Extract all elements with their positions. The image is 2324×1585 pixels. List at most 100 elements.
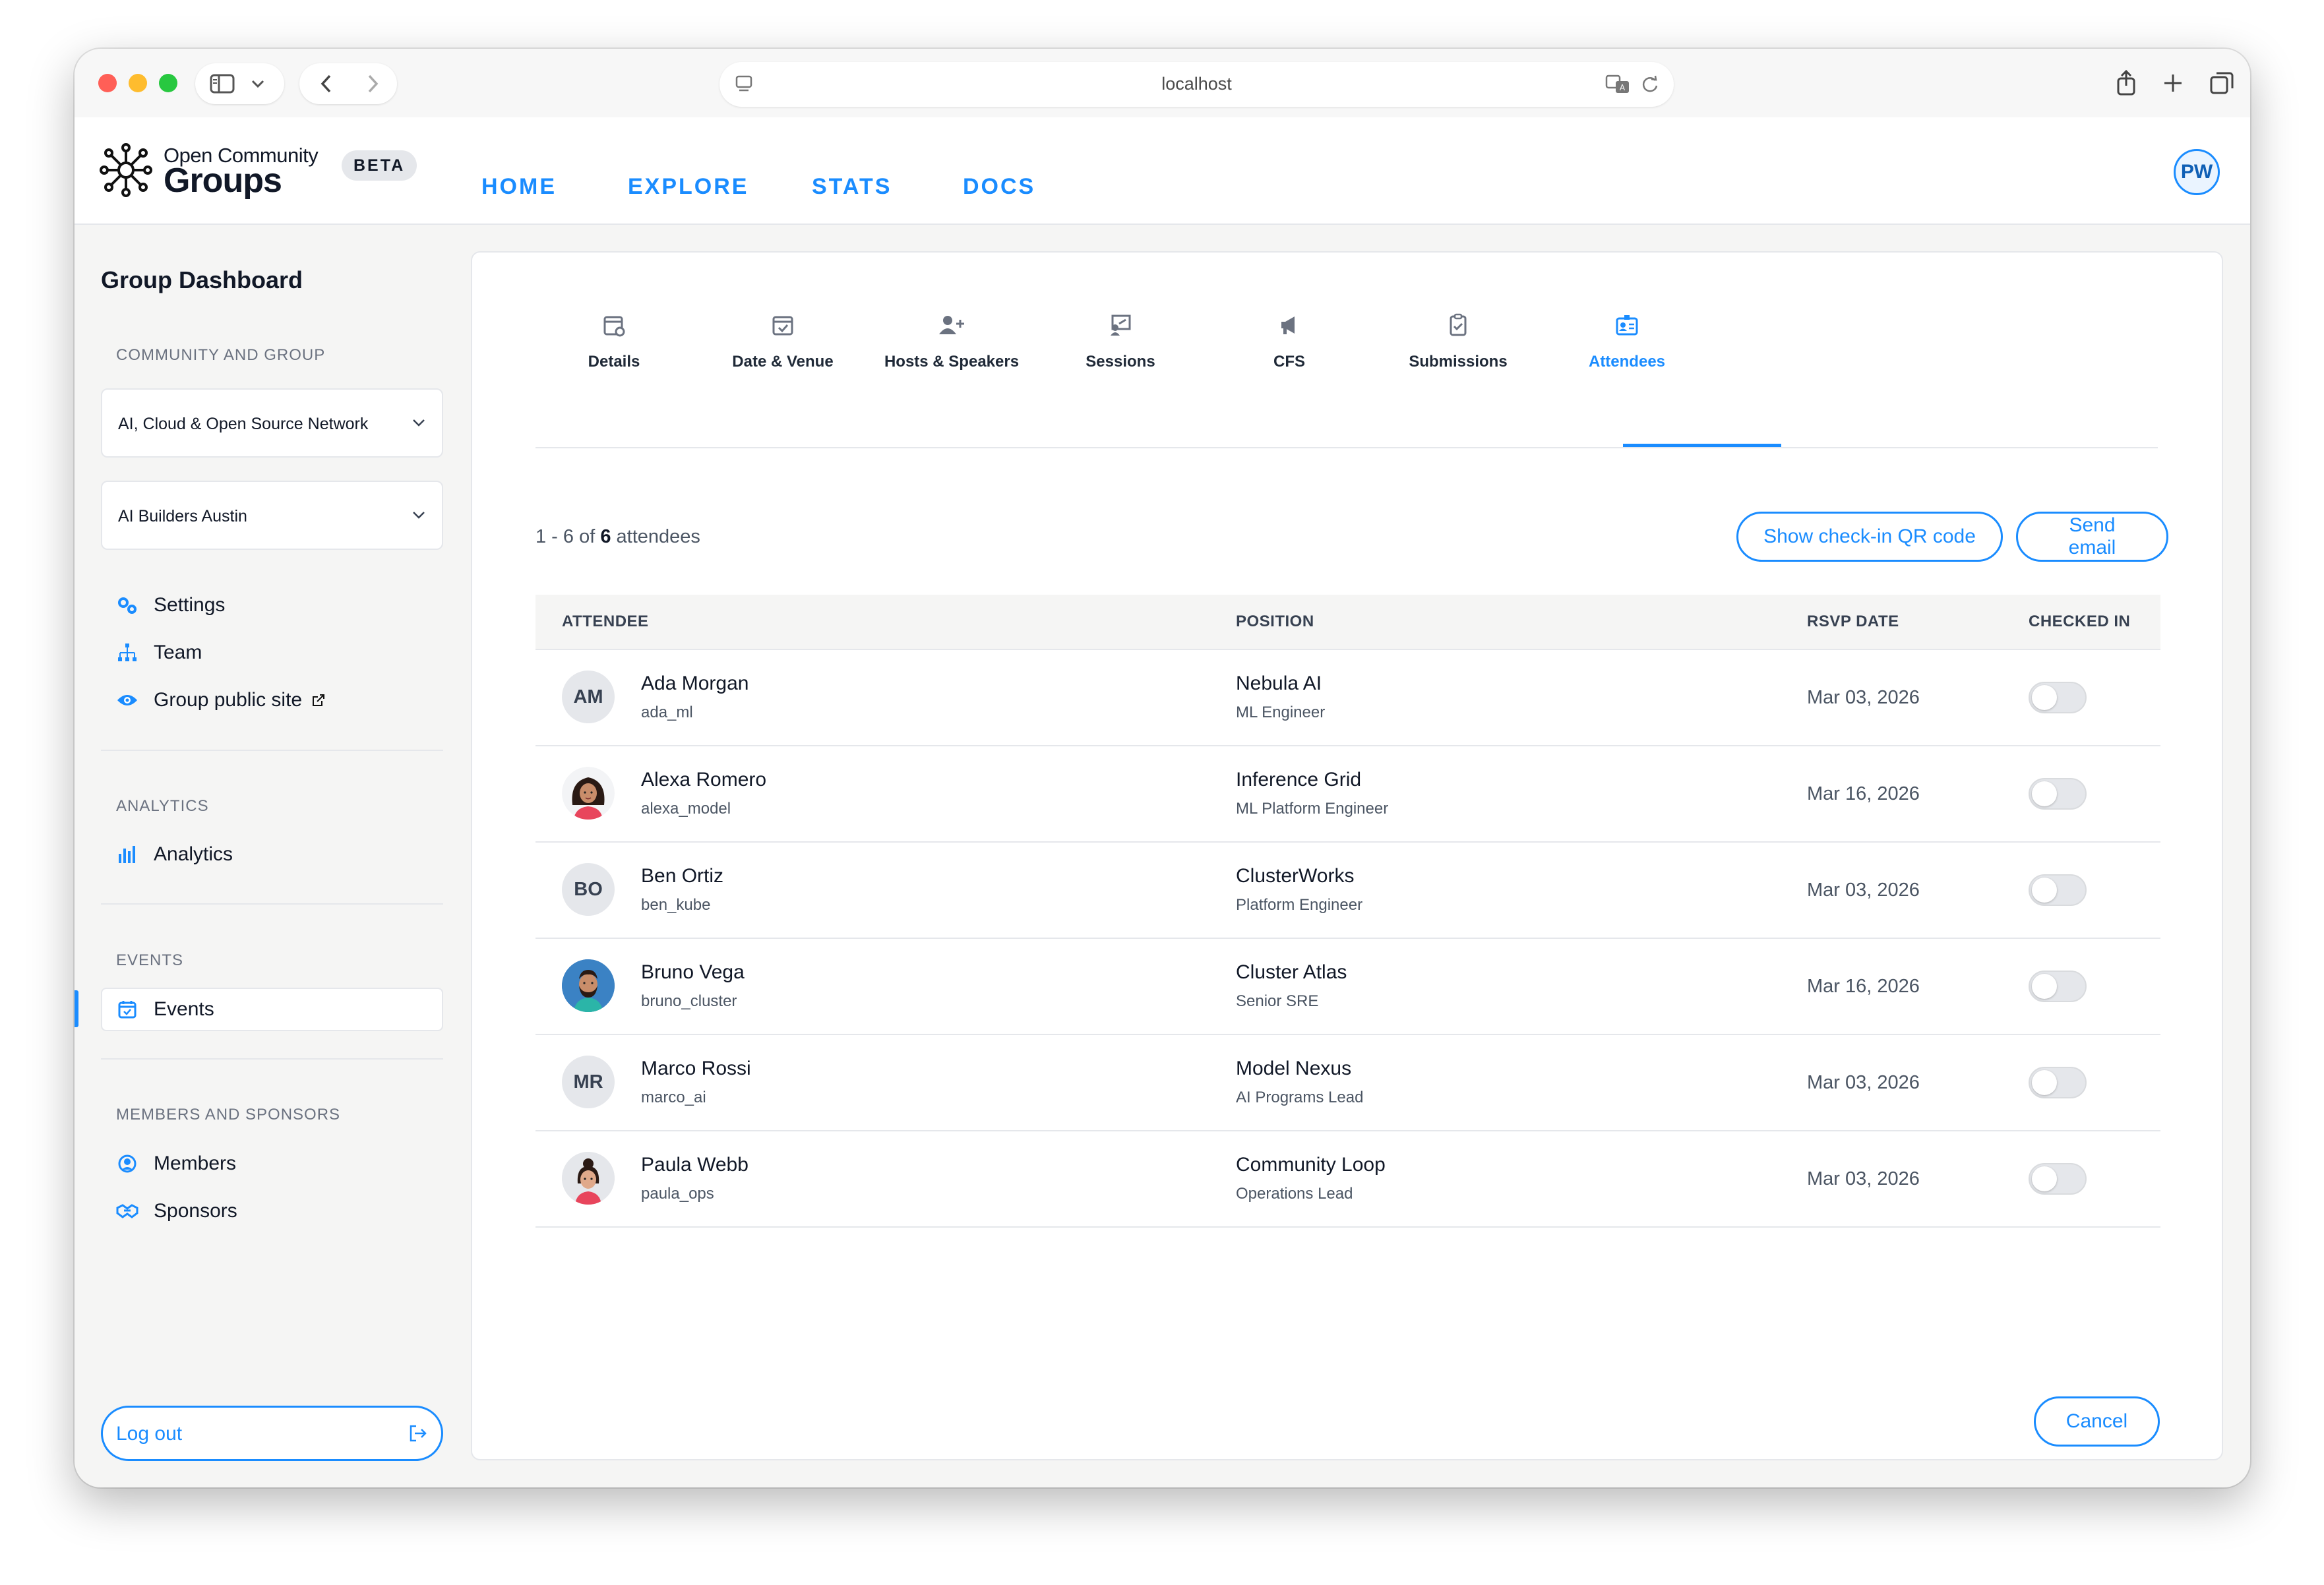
toggle-knob bbox=[2032, 781, 2057, 806]
sidebar-divider bbox=[101, 750, 443, 751]
megaphone-icon bbox=[1281, 316, 1295, 334]
attendee-username: bruno_cluster bbox=[641, 992, 737, 1010]
attendee-username: marco_ai bbox=[641, 1089, 706, 1106]
attendee-company: Cluster Atlas bbox=[1236, 961, 1347, 983]
tab-sessions[interactable]: Sessions bbox=[1041, 312, 1200, 390]
sidebar-item-public-site[interactable]: Group public site bbox=[115, 684, 326, 717]
attendee-username: ada_ml bbox=[641, 703, 693, 721]
attendee-company: Nebula AI bbox=[1236, 673, 1322, 694]
logo-title[interactable]: Groups bbox=[164, 161, 282, 200]
show-qr-code-button[interactable]: Show check-in QR code bbox=[1736, 512, 2003, 562]
community-select-value: AI, Cloud & Open Source Network bbox=[118, 415, 369, 433]
maximize-window-button[interactable] bbox=[159, 74, 177, 92]
tab-attendees[interactable]: Attendees bbox=[1548, 312, 1706, 390]
attendee-name: Ada Morgan bbox=[641, 673, 749, 694]
tab-hosts-speakers[interactable]: Hosts & Speakers bbox=[872, 312, 1031, 390]
checked-in-toggle[interactable] bbox=[2029, 874, 2087, 906]
attendee-company: Community Loop bbox=[1236, 1154, 1386, 1176]
rsvp-date: Mar 03, 2026 bbox=[1807, 687, 1920, 708]
reload-icon[interactable] bbox=[1641, 75, 1659, 94]
checked-in-toggle[interactable] bbox=[2029, 971, 2087, 1002]
close-window-button[interactable] bbox=[98, 74, 117, 92]
attendee-company: Model Nexus bbox=[1236, 1058, 1352, 1079]
column-header-rsvp-date: RSVP DATE bbox=[1807, 613, 1899, 630]
svg-text:A: A bbox=[1620, 83, 1626, 92]
address-bar[interactable]: localhost A bbox=[719, 62, 1674, 107]
tab-label: Date & Venue bbox=[732, 353, 834, 371]
nav-stats[interactable]: STATS bbox=[812, 174, 892, 200]
column-header-attendee: ATTENDEE bbox=[562, 613, 649, 630]
chevron-down-icon bbox=[413, 512, 425, 519]
community-logo-icon[interactable] bbox=[100, 142, 152, 198]
avatar bbox=[562, 1152, 615, 1205]
rsvp-date: Mar 16, 2026 bbox=[1807, 976, 1920, 997]
attendee-username: alexa_model bbox=[641, 800, 731, 818]
avatar: AM bbox=[562, 671, 615, 723]
sidebar-item-label: Settings bbox=[154, 594, 226, 616]
tab-label: Attendees bbox=[1588, 353, 1666, 371]
table-row: BO Ben Ortiz ben_kube ClusterWorks Platf… bbox=[535, 841, 2160, 939]
tab-details[interactable]: Details bbox=[535, 312, 693, 390]
sidebar-item-analytics[interactable]: Analytics bbox=[115, 838, 233, 871]
community-select[interactable]: AI, Cloud & Open Source Network bbox=[101, 388, 443, 458]
new-tab-icon[interactable] bbox=[2162, 73, 2184, 94]
sidebar-item-settings[interactable]: Settings bbox=[115, 589, 225, 622]
main-panel: Details Date & Venue Hosts & Speakers Se… bbox=[471, 251, 2223, 1460]
sidebar-item-label: Sponsors bbox=[154, 1200, 237, 1222]
nav-explore[interactable]: EXPLORE bbox=[628, 174, 749, 200]
calendar-gear-icon bbox=[603, 316, 625, 337]
tab-label: Submissions bbox=[1409, 353, 1508, 371]
avatar bbox=[562, 767, 615, 820]
nav-docs[interactable]: DOCS bbox=[963, 174, 1035, 200]
minimize-window-button[interactable] bbox=[129, 74, 147, 92]
share-icon[interactable] bbox=[2115, 70, 2137, 96]
section-community-group: COMMUNITY AND GROUP bbox=[116, 346, 326, 364]
checked-in-toggle[interactable] bbox=[2029, 1067, 2087, 1098]
attendee-name: Marco Rossi bbox=[641, 1058, 751, 1079]
tab-submissions[interactable]: Submissions bbox=[1379, 312, 1537, 390]
sidebar-title: Group Dashboard bbox=[101, 266, 303, 293]
user-plus-icon bbox=[939, 316, 964, 334]
translate-icon[interactable]: A bbox=[1605, 75, 1632, 94]
nav-home[interactable]: HOME bbox=[481, 174, 557, 200]
checked-in-toggle[interactable] bbox=[2029, 778, 2087, 810]
tab-overview-icon[interactable] bbox=[2209, 71, 2234, 96]
sidebar-item-label: Events bbox=[154, 998, 214, 1020]
browser-toolbar: localhost A bbox=[75, 49, 2250, 117]
group-select-value: AI Builders Austin bbox=[118, 507, 247, 525]
logout-button[interactable]: Log out bbox=[101, 1406, 443, 1461]
active-indicator bbox=[75, 990, 78, 1027]
rsvp-date: Mar 03, 2026 bbox=[1807, 880, 1920, 901]
back-arrow-icon[interactable] bbox=[319, 73, 334, 94]
sidebar-item-members[interactable]: Members bbox=[115, 1147, 236, 1180]
logout-icon bbox=[410, 1425, 427, 1442]
sidebar-item-team[interactable]: Team bbox=[115, 636, 202, 669]
attendee-count: 1 - 6 of 6 attendees bbox=[535, 526, 700, 547]
sidebar-item-sponsors[interactable]: Sponsors bbox=[115, 1195, 237, 1228]
group-select[interactable]: AI Builders Austin bbox=[101, 481, 443, 550]
cancel-button[interactable]: Cancel bbox=[2034, 1396, 2160, 1447]
avatar bbox=[562, 959, 615, 1012]
sidebar-item-label: Group public site bbox=[154, 689, 303, 711]
sidebar-item-events[interactable]: Events bbox=[115, 993, 214, 1026]
tab-cfs[interactable]: CFS bbox=[1210, 312, 1368, 390]
send-email-button[interactable]: Send email bbox=[2016, 512, 2168, 562]
eye-icon bbox=[117, 695, 137, 705]
chevron-down-icon bbox=[413, 419, 425, 427]
forward-arrow-icon[interactable] bbox=[365, 73, 380, 94]
gears-icon bbox=[118, 597, 137, 614]
url-text: localhost bbox=[1161, 74, 1232, 94]
tab-date-venue[interactable]: Date & Venue bbox=[704, 312, 862, 390]
checked-in-toggle[interactable] bbox=[2029, 682, 2087, 713]
attendee-name: Bruno Vega bbox=[641, 961, 745, 983]
user-avatar[interactable]: PW bbox=[2174, 149, 2220, 195]
attendee-name: Alexa Romero bbox=[641, 769, 767, 791]
attendee-title: AI Programs Lead bbox=[1236, 1089, 1364, 1106]
external-link-icon bbox=[313, 694, 325, 706]
tab-label: Hosts & Speakers bbox=[884, 353, 1020, 371]
presentation-icon bbox=[1111, 314, 1131, 336]
toggle-knob bbox=[2032, 878, 2057, 903]
checked-in-toggle[interactable] bbox=[2029, 1163, 2087, 1195]
sidebar-toggle-button[interactable] bbox=[195, 63, 284, 104]
history-navigation bbox=[299, 63, 397, 104]
